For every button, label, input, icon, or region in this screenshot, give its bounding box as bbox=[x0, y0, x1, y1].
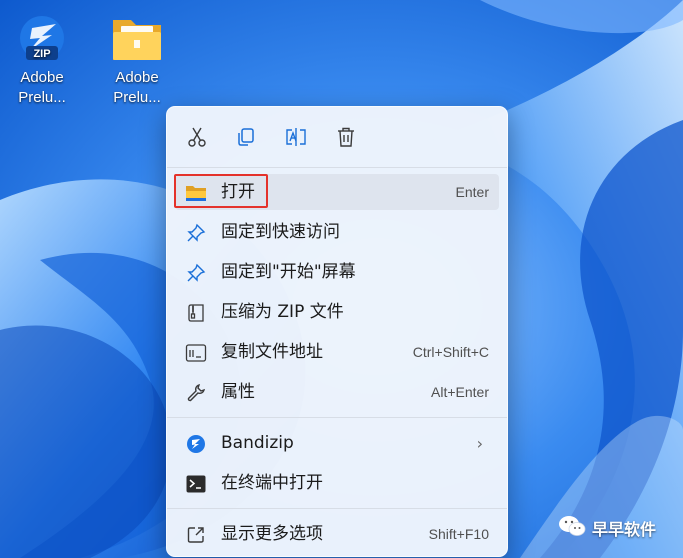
menu-item-label: 固定到"开始"屏幕 bbox=[221, 262, 356, 282]
desktop-icon-folder[interactable]: Adobe Prelu... bbox=[101, 10, 173, 108]
divider bbox=[167, 508, 507, 509]
wechat-icon bbox=[558, 515, 586, 541]
more-options-icon bbox=[185, 524, 207, 546]
menu-item-label: 属性 bbox=[221, 382, 255, 402]
zip-file-icon: ZIP bbox=[12, 10, 72, 66]
menu-item-shortcut: Shift+F10 bbox=[428, 526, 489, 542]
menu-item-properties[interactable]: 属性 Alt+Enter bbox=[175, 374, 499, 410]
rename-icon[interactable] bbox=[281, 123, 311, 151]
menu-item-pin-start[interactable]: 固定到"开始"屏幕 bbox=[175, 254, 499, 290]
menu-item-label: 压缩为 ZIP 文件 bbox=[221, 302, 344, 322]
desktop-icon-label: Adobe Prelu... bbox=[113, 69, 161, 106]
cut-icon[interactable] bbox=[182, 123, 212, 151]
terminal-icon bbox=[185, 473, 207, 495]
bandizip-icon bbox=[185, 433, 207, 455]
desktop-icon-label: Adobe Prelu... bbox=[18, 69, 66, 106]
menu-item-label: Bandizip bbox=[221, 433, 294, 453]
menu-item-pin-quick-access[interactable]: 固定到快速访问 bbox=[175, 214, 499, 250]
pin-icon bbox=[185, 262, 207, 284]
copy-path-icon bbox=[185, 342, 207, 364]
highlight-annotation-box bbox=[174, 174, 268, 208]
menu-item-shortcut: Enter bbox=[455, 184, 489, 200]
divider bbox=[167, 167, 507, 168]
folder-icon bbox=[107, 10, 167, 66]
watermark: 早早软件 bbox=[558, 515, 656, 541]
svg-text:ZIP: ZIP bbox=[33, 48, 50, 60]
menu-item-more-options[interactable]: 显示更多选项 Shift+F10 bbox=[175, 516, 499, 552]
menu-item-shortcut: Ctrl+Shift+C bbox=[412, 344, 489, 360]
copy-icon[interactable] bbox=[231, 123, 261, 151]
menu-item-copy-path[interactable]: 复制文件地址 Ctrl+Shift+C bbox=[175, 334, 499, 370]
divider bbox=[167, 417, 507, 418]
menu-item-label: 固定到快速访问 bbox=[221, 222, 340, 242]
menu-item-open-terminal[interactable]: 在终端中打开 bbox=[175, 465, 499, 501]
menu-item-compress-zip[interactable]: 压缩为 ZIP 文件 bbox=[175, 294, 499, 330]
pin-icon bbox=[185, 222, 207, 244]
desktop-icon-zip[interactable]: ZIP Adobe Prelu... bbox=[6, 10, 78, 108]
menu-item-label: 在终端中打开 bbox=[221, 473, 323, 493]
menu-item-shortcut: Alt+Enter bbox=[431, 384, 489, 400]
watermark-text: 早早软件 bbox=[592, 520, 657, 539]
wrench-icon bbox=[185, 382, 207, 404]
zip-compress-icon bbox=[185, 302, 207, 324]
chevron-right-icon: › bbox=[476, 434, 483, 453]
delete-icon[interactable] bbox=[331, 123, 361, 151]
menu-item-label: 显示更多选项 bbox=[221, 524, 323, 544]
menu-item-bandizip[interactable]: Bandizip › bbox=[175, 425, 499, 461]
menu-item-label: 复制文件地址 bbox=[221, 342, 323, 362]
